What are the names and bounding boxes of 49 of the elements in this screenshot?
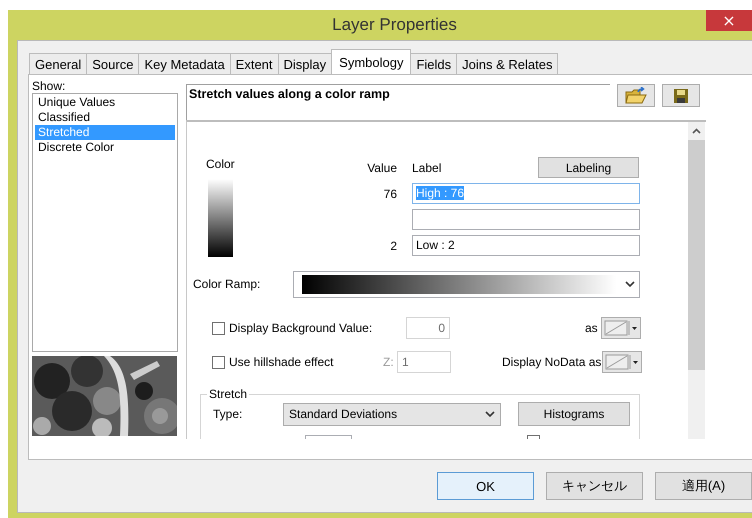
close-button[interactable]: × [706, 10, 752, 31]
checkbox[interactable] [212, 322, 225, 334]
histograms-button[interactable]: Histograms [518, 402, 630, 426]
nodata-label: Display NoData as [502, 355, 602, 369]
class-value: 76 [382, 186, 397, 200]
as-label: as [585, 321, 599, 335]
tab[interactable]: Display [278, 53, 332, 74]
type-label: Type: [212, 407, 244, 421]
tab[interactable]: General [29, 53, 88, 74]
chevron-down-icon [485, 410, 495, 418]
value-header: Value [366, 160, 397, 174]
z-label: Z: [383, 355, 395, 369]
list-item[interactable]: Discrete Color [35, 140, 175, 155]
label-field[interactable]: Low : 2 [412, 235, 640, 256]
labeling-button[interactable]: Labeling [538, 157, 639, 178]
checkbox-label: Use hillshade effect [229, 355, 335, 369]
show-label: Show: [32, 79, 66, 93]
scrollbar-thumb[interactable] [688, 140, 705, 370]
dialog-button[interactable]: キャンセル [546, 472, 643, 500]
open-button[interactable] [617, 84, 655, 107]
dialog-button[interactable]: 適用(A) [655, 472, 752, 500]
class-value: 2 [389, 238, 397, 252]
stretch-type-dropdown[interactable]: Standard Deviations [283, 402, 501, 426]
background-value-field[interactable]: 0 [406, 317, 450, 339]
tab[interactable]: Key Metadata [138, 53, 231, 74]
label-header: Label [412, 160, 442, 174]
tab[interactable]: Fields [410, 53, 458, 74]
color-ramp-label: Color Ramp: [192, 277, 262, 291]
checkbox-label: Display Background Value: [229, 321, 374, 335]
checkbox[interactable] [212, 356, 225, 368]
dialog-button[interactable]: OK [437, 472, 534, 500]
z-factor-field[interactable]: 1 [397, 351, 451, 373]
folder-icon [625, 86, 647, 104]
chevron-down-icon [625, 280, 635, 288]
color-ramp-dropdown[interactable] [293, 270, 640, 298]
save-icon [673, 88, 689, 104]
tab[interactable]: Source [86, 53, 140, 74]
tab[interactable]: Extent [230, 53, 279, 74]
color-label: Color [206, 157, 235, 171]
window-title: Layer Properties [332, 15, 457, 35]
renderer-description: Stretch values along a color ramp [186, 84, 610, 120]
scroll-up-icon[interactable] [692, 128, 701, 134]
tab[interactable]: Symbology [331, 49, 412, 74]
stretch-group-title: Stretch [207, 387, 250, 401]
label-field[interactable] [412, 209, 640, 230]
save-button[interactable] [662, 84, 700, 107]
list-item[interactable]: Classified [35, 110, 175, 125]
list-item[interactable]: Unique Values [35, 95, 175, 110]
tab[interactable]: Joins & Relates [456, 53, 558, 74]
